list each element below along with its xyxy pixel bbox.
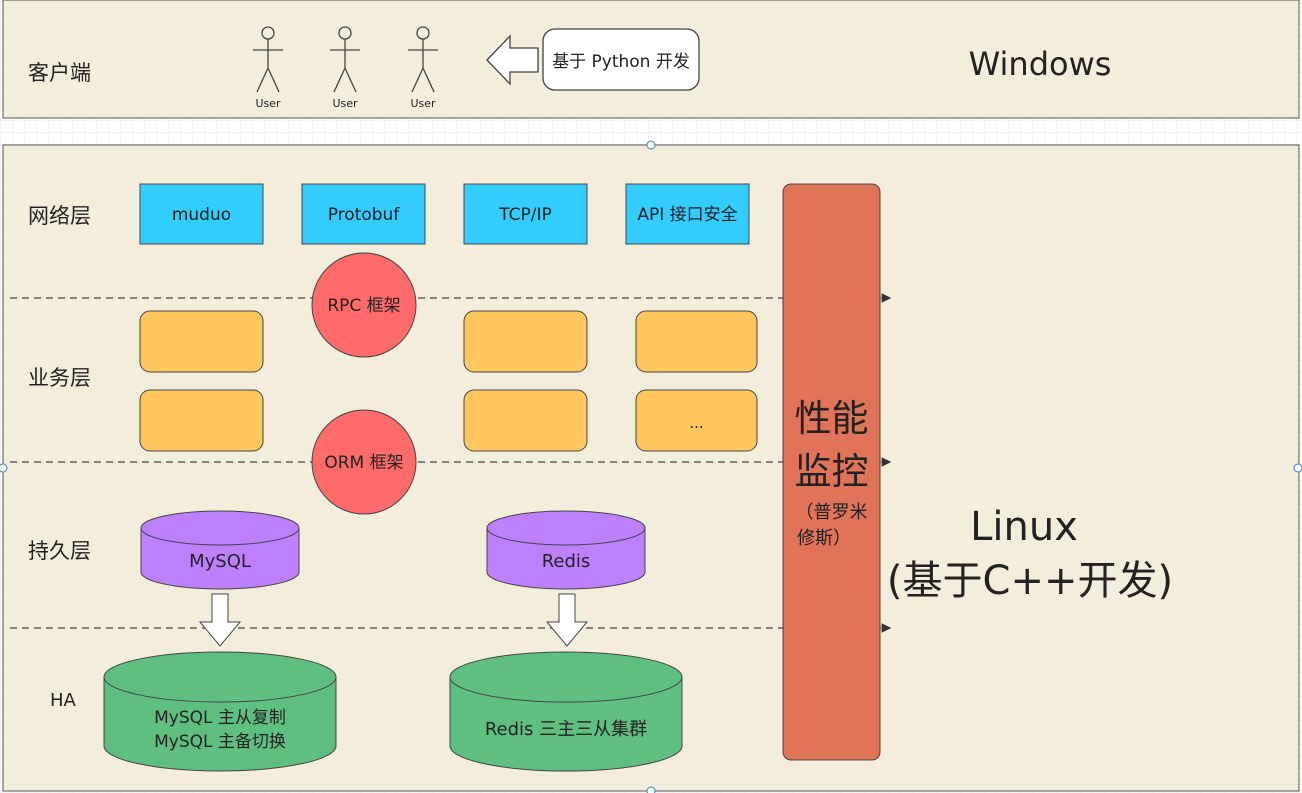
redis-db-cylinder[interactable] (486, 510, 646, 590)
mysql-ha-label-2: MySQL 主备切换 (154, 732, 286, 752)
monitor-title-2: 监控 (795, 450, 869, 493)
monitor-sub-2: 修斯） (797, 528, 851, 549)
orm-framework-label: ORM 框架 (324, 453, 403, 473)
network-layer-label: 网络层 (28, 204, 91, 228)
user-label-3: User (410, 97, 436, 110)
user-label-1: User (255, 97, 281, 110)
business-layer-label: 业务层 (28, 366, 91, 390)
linux-label: Linux (970, 504, 1078, 550)
user-label-2: User (332, 97, 358, 110)
architecture-diagram: 客户端 Windows User User User 基于 Python 开发 … (0, 0, 1302, 793)
redis-ha-label: Redis 三主三从集群 (485, 719, 647, 740)
redis-ha-cylinder[interactable] (449, 651, 683, 772)
mysql-db-label: MySQL (189, 551, 251, 572)
mysql-db-cylinder[interactable] (140, 510, 300, 590)
selection-handle-left[interactable] (0, 463, 8, 473)
monitor-sub-1: （普罗米 (796, 502, 868, 523)
business-box-1[interactable] (139, 310, 264, 373)
mysql-ha-label-1: MySQL 主从复制 (154, 708, 286, 728)
monitor-title-1: 性能 (795, 397, 869, 440)
rpc-framework-label: RPC 框架 (327, 296, 400, 316)
selection-handle-right[interactable] (1293, 463, 1302, 473)
selection-handle-top[interactable] (646, 140, 656, 150)
protobuf-label: Protobuf (328, 205, 401, 225)
python-box-label: 基于 Python 开发 (552, 52, 690, 72)
tcpip-label: TCP/IP (498, 205, 552, 225)
business-box-2[interactable] (463, 310, 588, 373)
client-layer-label: 客户端 (28, 61, 91, 85)
business-box-3[interactable] (635, 310, 758, 373)
redis-db-label: Redis (542, 551, 591, 572)
ha-layer-label: HA (50, 690, 77, 711)
business-box-5[interactable] (463, 389, 588, 452)
api-security-label: API 接口安全 (637, 205, 737, 225)
persistence-layer-label: 持久层 (28, 539, 91, 563)
business-box-6-label: ... (689, 414, 703, 432)
linux-sub-label: (基于C++开发) (887, 558, 1173, 604)
windows-label: Windows (969, 45, 1112, 83)
selection-handle-bottom[interactable] (646, 786, 656, 793)
business-box-4[interactable] (139, 389, 264, 452)
muduo-label: muduo (172, 205, 231, 225)
